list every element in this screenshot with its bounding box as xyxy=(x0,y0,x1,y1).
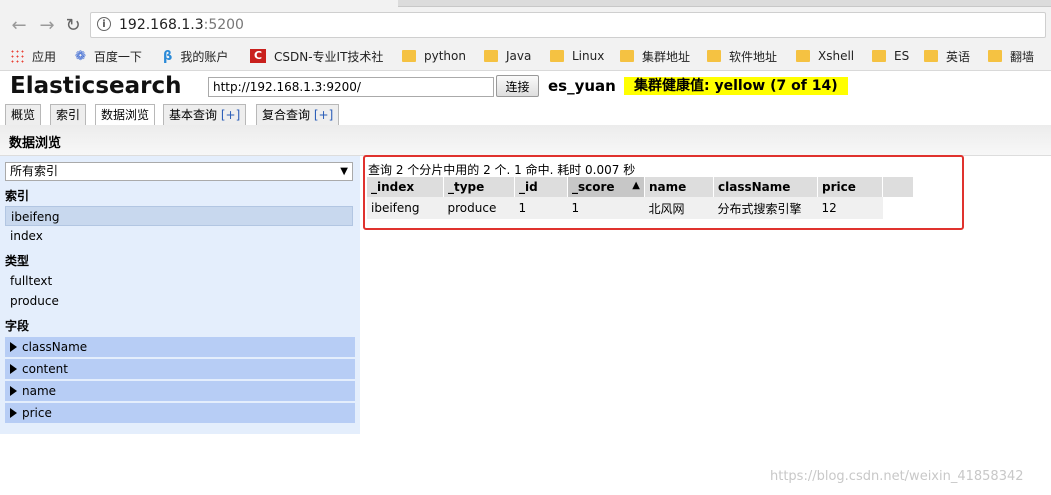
csdn-icon: C xyxy=(250,49,266,63)
type-item[interactable]: fulltext xyxy=(5,271,353,291)
field-item[interactable]: name xyxy=(5,381,355,401)
table-cell: 1 xyxy=(567,197,645,219)
expand-triangle-icon xyxy=(10,342,17,352)
folder-icon xyxy=(988,50,1002,62)
fields-heading: 字段 xyxy=(5,319,30,333)
address-url: 192.168.1.3:5200 xyxy=(119,17,244,33)
types-heading: 类型 xyxy=(5,254,30,268)
bookmark-apps[interactable]: 应用 xyxy=(10,48,56,64)
index-item[interactable]: index xyxy=(5,226,353,246)
bookmark-baidu[interactable]: ❁ 百度一下 xyxy=(75,48,142,64)
cluster-url-input[interactable] xyxy=(208,77,494,97)
apps-grid-icon xyxy=(10,49,24,63)
sort-asc-icon: ▲ xyxy=(632,180,640,191)
watermark: https://blog.csdn.net/weixin_41858342 xyxy=(770,469,1024,484)
bookmark-account[interactable]: β 我的账户 xyxy=(163,48,228,64)
query-summary: 查询 2 个分片中用的 2 个. 1 命中. 耗时 0.007 秒 xyxy=(368,163,636,177)
cluster-health-badge: 集群健康值: yellow (7 of 14) xyxy=(624,77,848,95)
table-row[interactable]: ibeifeng produce 1 1 北风网 分布式搜索引擎 12 xyxy=(367,197,914,219)
folder-icon xyxy=(550,50,564,62)
es-header: Elasticsearch 连接 es_yuan 集群健康值: yellow (… xyxy=(0,71,1051,101)
folder-icon xyxy=(796,50,810,62)
dropdown-arrow-icon: ▼ xyxy=(340,166,348,177)
filter-sidebar: 所有索引 ▼ 索引 ibeifeng index 类型 fulltext prod… xyxy=(0,156,360,434)
table-cell: produce xyxy=(443,197,515,219)
folder-icon xyxy=(872,50,886,62)
column-header[interactable]: className xyxy=(713,177,818,197)
results-table: _index _type _id _score ▲ name className… xyxy=(367,177,914,219)
folder-icon xyxy=(402,50,416,62)
expand-triangle-icon xyxy=(10,386,17,396)
tab-compound-query[interactable]: 复合查询 [+] xyxy=(256,104,340,125)
folder-icon xyxy=(484,50,498,62)
tab-basic-query[interactable]: 基本查询 [+] xyxy=(163,104,247,125)
column-header[interactable]: price xyxy=(817,177,883,197)
expand-triangle-icon xyxy=(10,408,17,418)
account-icon: β xyxy=(163,48,173,64)
table-header-row: _index _type _id _score ▲ name className… xyxy=(367,177,914,197)
info-icon[interactable]: i xyxy=(97,17,111,31)
tab-overview[interactable]: 概览 xyxy=(5,104,42,125)
browser-tabstrip xyxy=(0,0,1051,8)
column-header[interactable]: _index xyxy=(367,177,444,197)
reload-icon[interactable]: ↻ xyxy=(62,14,84,36)
index-select[interactable]: 所有索引 ▼ xyxy=(5,162,353,181)
add-query-link[interactable]: [+] xyxy=(314,108,333,122)
address-bar[interactable]: i 192.168.1.3:5200 xyxy=(90,12,1046,38)
bookmark-es[interactable]: ES xyxy=(872,48,909,64)
bookmark-english[interactable]: 英语 xyxy=(924,48,970,64)
section-title: 数据浏览 xyxy=(9,136,62,151)
column-header[interactable]: _type xyxy=(443,177,515,197)
connect-button[interactable]: 连接 xyxy=(496,75,539,97)
field-item[interactable]: content xyxy=(5,359,355,379)
app-title: Elasticsearch xyxy=(10,73,182,99)
expand-triangle-icon xyxy=(10,364,17,374)
browser-tab[interactable] xyxy=(398,0,1051,7)
back-icon[interactable]: ← xyxy=(8,14,30,36)
bookmark-cluster[interactable]: 集群地址 xyxy=(620,48,690,64)
bookmarks-bar: 应用 ❁ 百度一下 β 我的账户 C CSDN-专业IT技术社 python Java… xyxy=(0,42,1051,71)
cluster-name: es_yuan xyxy=(548,77,616,95)
indices-heading: 索引 xyxy=(5,189,30,203)
folder-icon xyxy=(924,50,938,62)
table-cell: 1 xyxy=(514,197,568,219)
tab-data-browse[interactable]: 数据浏览 xyxy=(95,104,156,126)
column-header-spacer xyxy=(882,177,914,197)
bookmark-java[interactable]: Java xyxy=(484,48,531,64)
bookmark-software[interactable]: 软件地址 xyxy=(707,48,777,64)
table-cell: ibeifeng xyxy=(367,197,444,219)
bookmark-vpn[interactable]: 翻墙 xyxy=(988,48,1034,64)
browser-navbar: ← → ↻ i 192.168.1.3:5200 xyxy=(0,8,1051,42)
table-cell: 北风网 xyxy=(644,197,714,219)
folder-icon xyxy=(620,50,634,62)
main-tabs: 概览 索引 数据浏览 基本查询 [+] 复合查询 [+] xyxy=(0,101,1051,126)
section-header: 数据浏览 xyxy=(0,125,1051,156)
bookmark-csdn[interactable]: C CSDN-专业IT技术社 xyxy=(250,48,383,64)
column-header-sorted[interactable]: _score ▲ xyxy=(567,177,645,197)
table-cell: 12 xyxy=(817,197,883,219)
bookmark-linux[interactable]: Linux xyxy=(550,48,604,64)
type-item[interactable]: produce xyxy=(5,291,353,311)
baidu-paw-icon: ❁ xyxy=(75,48,86,64)
field-item[interactable]: price xyxy=(5,403,355,423)
tab-indices[interactable]: 索引 xyxy=(50,104,87,125)
add-query-link[interactable]: [+] xyxy=(221,108,240,122)
bookmark-python[interactable]: python xyxy=(402,48,466,64)
table-cell: 分布式搜索引擎 xyxy=(713,197,818,219)
table-cell-spacer xyxy=(882,197,914,219)
field-item[interactable]: className xyxy=(5,337,355,357)
bookmark-xshell[interactable]: Xshell xyxy=(796,48,854,64)
folder-icon xyxy=(707,50,721,62)
column-header[interactable]: _id xyxy=(514,177,568,197)
index-item[interactable]: ibeifeng xyxy=(5,206,353,226)
column-header[interactable]: name xyxy=(644,177,714,197)
forward-icon[interactable]: → xyxy=(36,14,58,36)
